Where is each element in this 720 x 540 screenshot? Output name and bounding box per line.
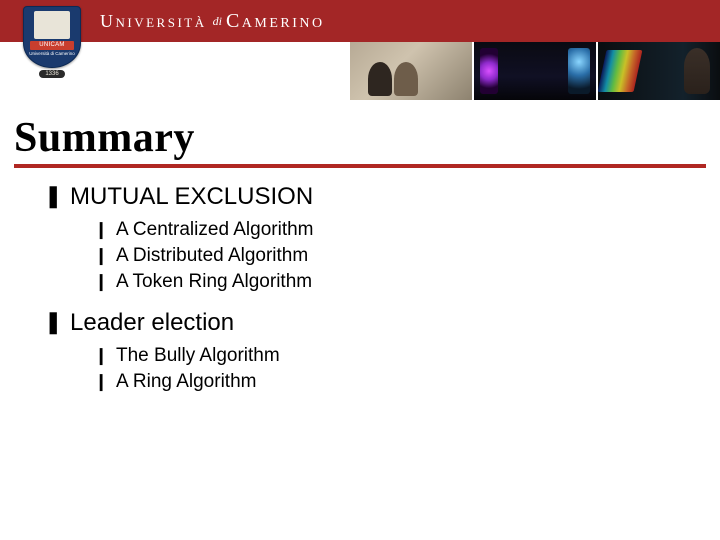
outline-subitem-label: A Centralized Algorithm [116,218,314,242]
outline-subitem: ❙ A Centralized Algorithm [94,218,702,242]
outline-subitem: ❙ The Bully Algorithm [94,344,702,368]
outline-item: ❚ MUTUAL EXCLUSION [44,182,702,212]
header-photo-strip [350,42,720,100]
slide-title-block: Summary [14,114,706,168]
bullet-lvl2-icon: ❙ [94,270,116,294]
outline-item-label: Leader election [70,308,234,338]
bullet-lvl2-icon: ❙ [94,370,116,394]
outline-subitem-label: A Distributed Algorithm [116,244,308,268]
university-name-word1: Università [100,11,207,32]
outline-item: ❚ Leader election [44,308,702,338]
university-name-word2: Camerino [226,10,325,33]
outline-subitem-label: A Ring Algorithm [116,370,256,394]
bullet-lvl1-icon: ❚ [44,308,70,336]
university-name-di: di [213,14,222,29]
outline-sub-group: ❙ The Bully Algorithm ❙ A Ring Algorithm [44,342,702,408]
header-photo-spectrum [598,42,720,100]
outline-sub-group: ❙ A Centralized Algorithm ❙ A Distribute… [44,216,702,308]
outline-subitem-label: A Token Ring Algorithm [116,270,312,294]
slide-header: UNICAM Università di Camerino 1336 Unive… [0,0,720,108]
bullet-lvl1-icon: ❚ [44,182,70,210]
outline-subitem-label: The Bully Algorithm [116,344,280,368]
crest-inner-icon [34,11,70,39]
outline-subitem: ❙ A Ring Algorithm [94,370,702,394]
bullet-lvl2-icon: ❙ [94,344,116,368]
crest-band-label: UNICAM [30,41,74,50]
slide-content: ❚ MUTUAL EXCLUSION ❙ A Centralized Algor… [0,168,720,408]
outline-subitem: ❙ A Token Ring Algorithm [94,270,702,294]
university-name: Università di Camerino [100,6,325,36]
slide-title: Summary [14,114,706,162]
header-photo-students [350,42,472,100]
crest-subtitle: Università di Camerino [29,51,75,56]
bullet-lvl2-icon: ❙ [94,218,116,242]
header-photo-lab [474,42,596,100]
outline-subitem: ❙ A Distributed Algorithm [94,244,702,268]
outline-item-label: MUTUAL EXCLUSION [70,182,313,212]
crest-year-ribbon: 1336 [39,70,64,78]
university-crest: UNICAM Università di Camerino 1336 [18,6,86,98]
crest-shield-icon: UNICAM Università di Camerino [23,6,81,68]
bullet-lvl2-icon: ❙ [94,244,116,268]
